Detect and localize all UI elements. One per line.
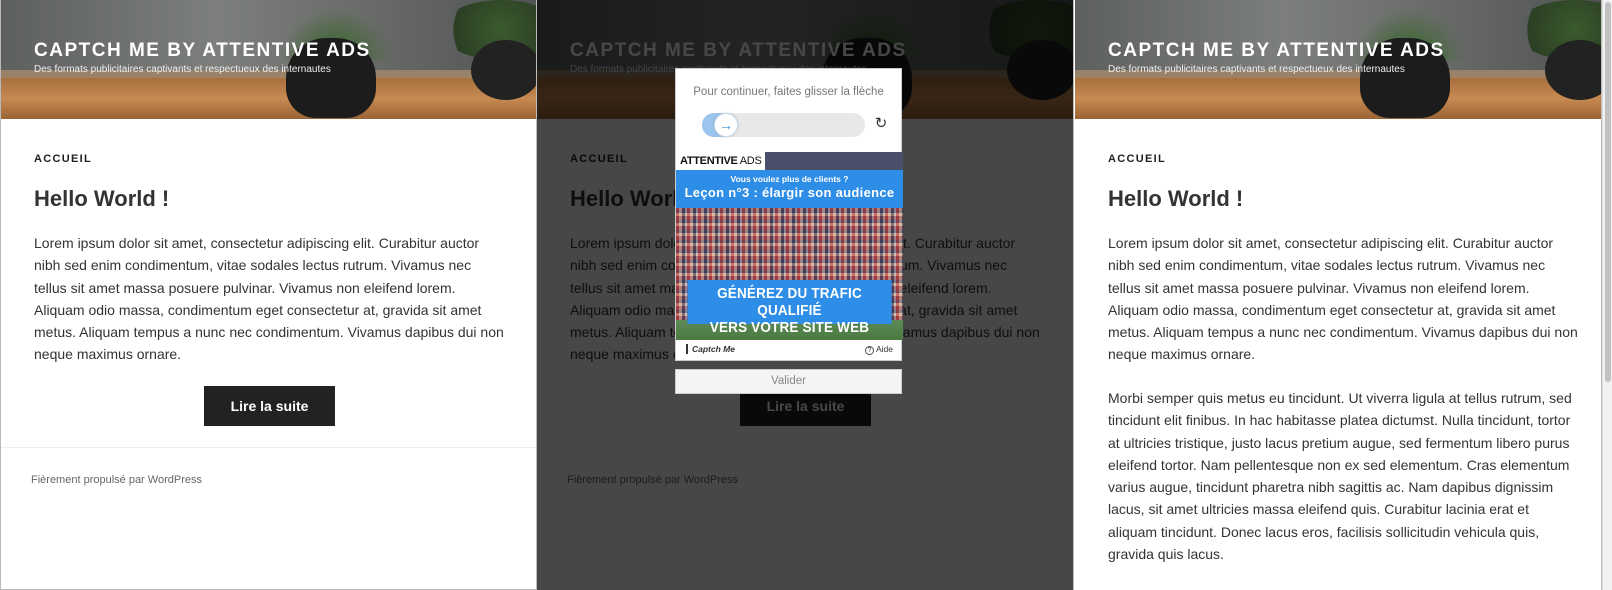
ad-banner-top: Vous voulez plus de clients ? Leçon n°3 …: [676, 170, 903, 208]
help-icon: ?: [864, 346, 874, 355]
captcha-modal: Pour continuer, faites glisser la flèche…: [675, 68, 903, 361]
nav-item-home[interactable]: ACCUEIL: [34, 153, 92, 165]
ad-question: Vous voulez plus de clients ?: [730, 174, 849, 184]
footer-credit[interactable]: Fièrement propulsé par WordPress: [31, 474, 202, 486]
scrollbar[interactable]: [1602, 0, 1612, 590]
page-panel-right: CAPTCH ME BY ATTENTIVE ADS Des formats p…: [1075, 0, 1602, 590]
footer-divider: [1, 447, 536, 448]
captcha-slider[interactable]: →: [702, 113, 865, 137]
nav-item-home[interactable]: ACCUEIL: [1108, 153, 1166, 165]
post-title[interactable]: Hello World !: [34, 186, 169, 212]
read-more-button[interactable]: Lire la suite: [204, 386, 335, 426]
post-paragraph-2: Morbi semper quis metus eu tincidunt. Ut…: [1108, 390, 1572, 563]
page-panel-left: CAPTCH ME BY ATTENTIVE ADS Des formats p…: [0, 0, 537, 590]
captcha-ad[interactable]: ATTENTIVE ADS Vous voulez plus de client…: [676, 152, 903, 340]
arrow-right-icon[interactable]: →: [714, 113, 738, 137]
refresh-icon[interactable]: ↻: [872, 115, 890, 133]
site-title[interactable]: CAPTCH ME BY ATTENTIVE ADS: [34, 40, 371, 62]
captch-me-brand[interactable]: Captch Me: [686, 344, 735, 354]
site-description: Des formats publicitaires captivants et …: [1108, 64, 1405, 75]
attentive-ads-logo: ATTENTIVE ADS: [676, 152, 766, 170]
captcha-instruction: Pour continuer, faites glisser la flèche: [693, 86, 884, 98]
help-link[interactable]: ? Aide: [864, 344, 893, 355]
site-description: Des formats publicitaires captivants et …: [34, 64, 331, 75]
post-paragraph-1: Lorem ipsum dolor sit amet, consectetur …: [1108, 235, 1578, 363]
ad-headline: GÉNÉREZ DU TRAFIC QUALIFIÉ VERS VOTRE SI…: [687, 280, 892, 336]
validate-button[interactable]: Valider: [675, 369, 902, 394]
post-excerpt: Lorem ipsum dolor sit amet, consectetur …: [34, 235, 504, 363]
captcha-footer: Captch Me ? Aide: [676, 340, 901, 361]
site-title[interactable]: CAPTCH ME BY ATTENTIVE ADS: [1108, 40, 1445, 62]
ad-lesson: Leçon n°3 : élargir son audience: [684, 185, 895, 200]
post-title[interactable]: Hello World !: [1108, 186, 1243, 212]
scrollbar-thumb[interactable]: [1605, 2, 1611, 382]
